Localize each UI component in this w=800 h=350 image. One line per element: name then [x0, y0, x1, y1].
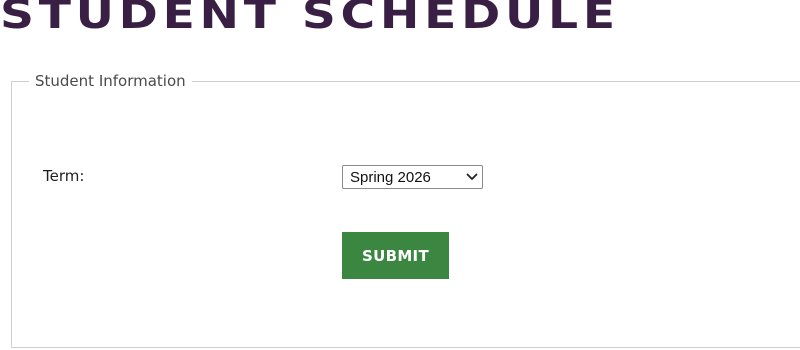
submit-button[interactable]: SUBMIT — [342, 232, 449, 279]
student-information-fieldset: Student Information — [11, 72, 800, 348]
term-select[interactable]: Spring 2026 — [342, 165, 483, 189]
chevron-down-icon — [462, 166, 482, 188]
term-select-value: Spring 2026 — [350, 168, 431, 186]
term-label: Term: — [43, 167, 85, 185]
student-information-legend: Student Information — [29, 72, 192, 90]
page-title: STUDENT SCHEDULE — [0, 0, 620, 38]
